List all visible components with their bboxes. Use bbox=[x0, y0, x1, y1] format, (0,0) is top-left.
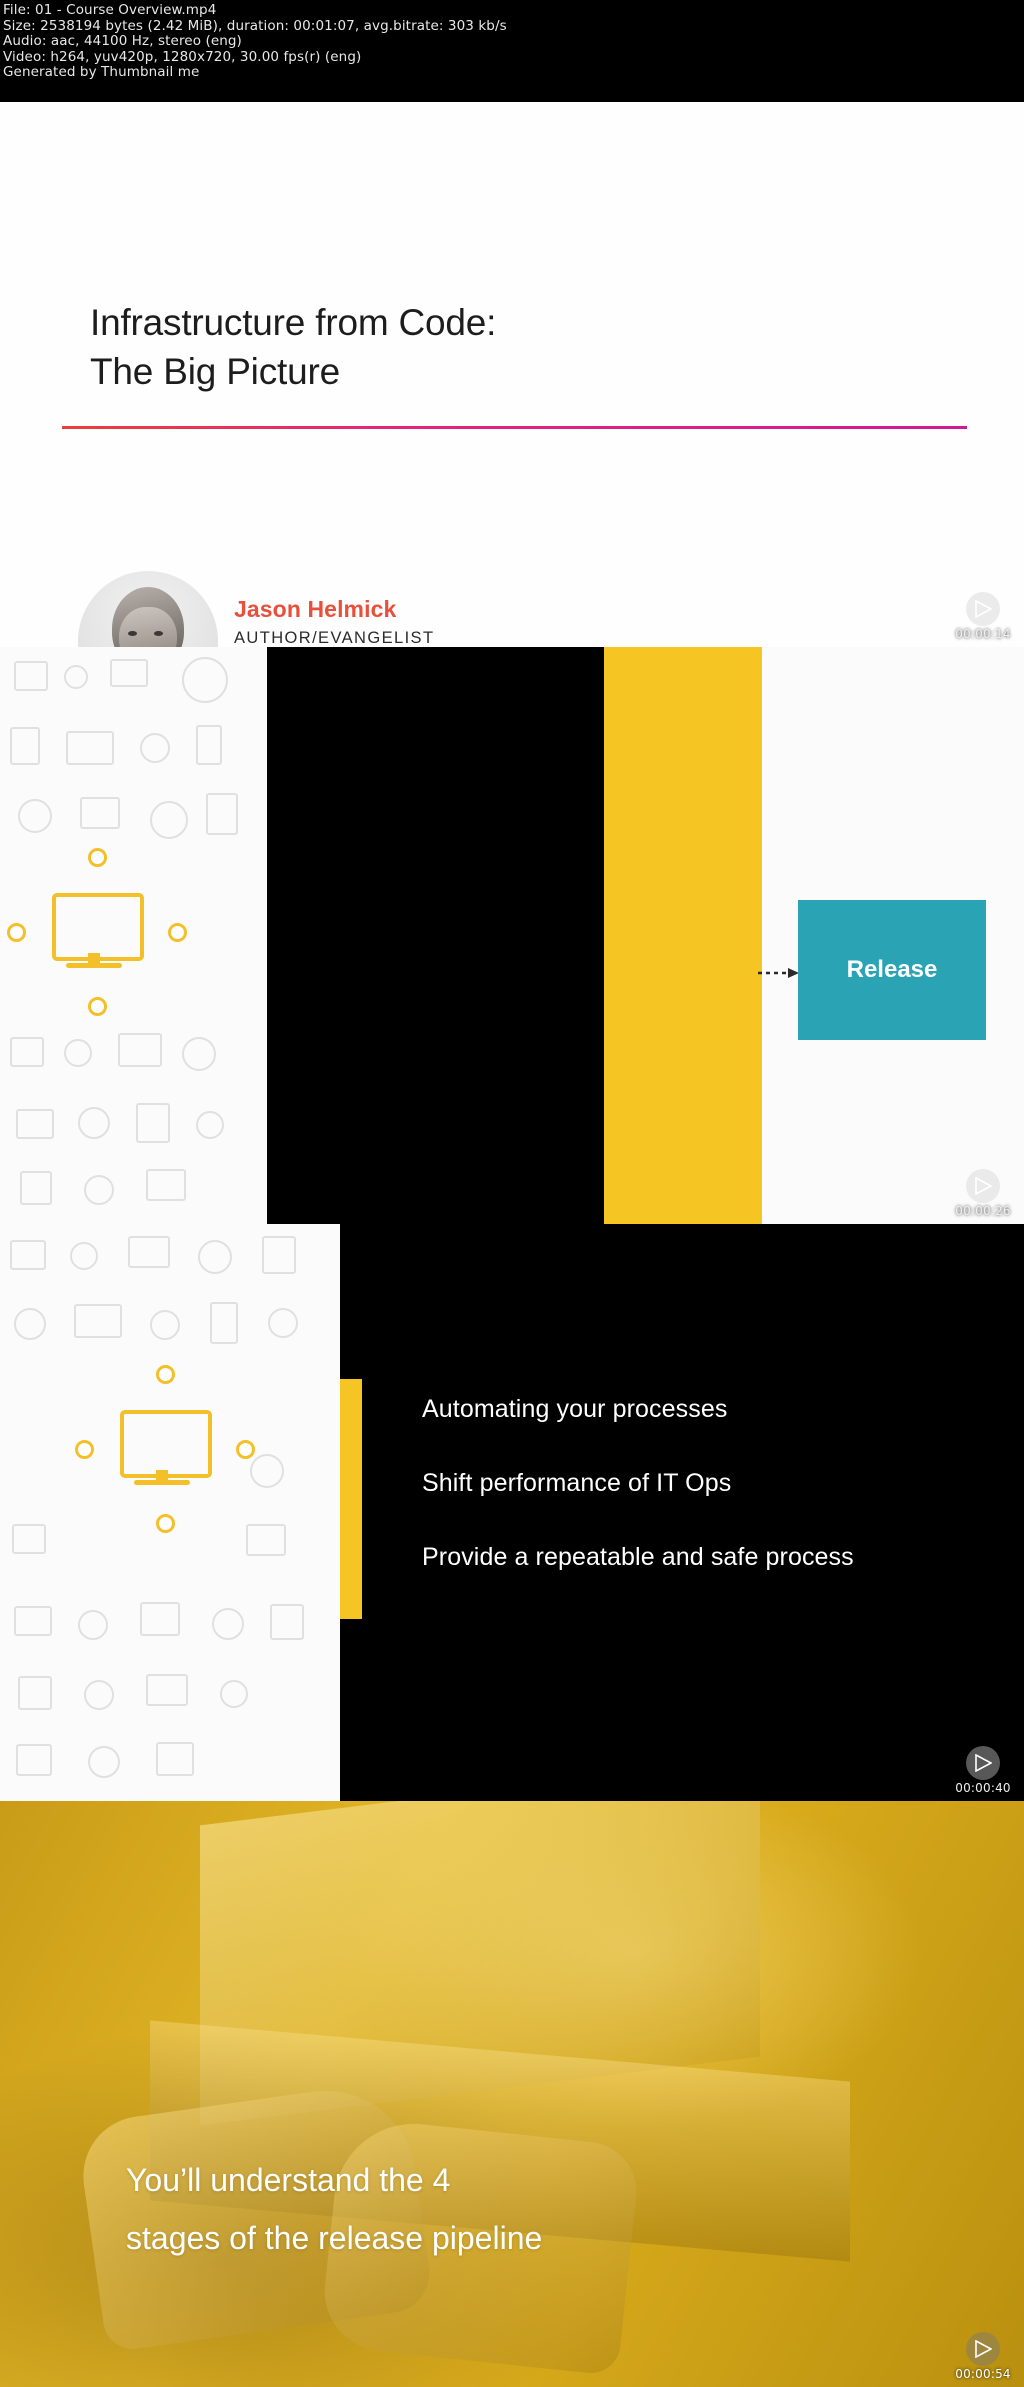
video-metadata-header: File: 01 - Course Overview.mp4 Size: 253… bbox=[0, 0, 1024, 102]
photo-headline-line-1: You’ll understand the 4 bbox=[126, 2162, 451, 2198]
play-icon[interactable] bbox=[966, 1169, 1000, 1203]
frame-overlay: 00:00:40 bbox=[950, 1746, 1016, 1795]
list-item: Shift performance of IT Ops bbox=[422, 1469, 732, 1497]
monitor-hex-icon bbox=[75, 1365, 255, 1533]
play-icon[interactable] bbox=[966, 1746, 1000, 1780]
slide-title-line-1: Infrastructure from Code: bbox=[90, 302, 497, 343]
metadata-generator-line: Generated by Thumbnail me bbox=[3, 64, 200, 81]
release-stage-box: Release bbox=[798, 900, 986, 1040]
frame-timestamp: 00:00:40 bbox=[955, 1781, 1011, 1795]
photo-slide: You’ll understand the 4 stages of the re… bbox=[0, 1801, 1024, 2387]
slide-title-line-2: The Big Picture bbox=[90, 351, 340, 392]
frame-overlay: 00:00:26 bbox=[950, 1169, 1016, 1218]
frame-timestamp: 00:00:26 bbox=[955, 1204, 1011, 1218]
frame-overlay: 00:00:14 bbox=[950, 592, 1016, 641]
pipeline-slide: Release bbox=[0, 647, 1024, 1224]
video-frame-thumbnail[interactable]: Automating your processes Shift performa… bbox=[0, 1224, 1024, 1801]
frame-timestamp: 00:00:14 bbox=[955, 627, 1011, 641]
video-frame-thumbnail[interactable]: Infrastructure from Code: The Big Pictur… bbox=[0, 102, 1024, 647]
play-icon[interactable] bbox=[966, 2332, 1000, 2366]
arrow-icon bbox=[758, 965, 800, 978]
video-frame-thumbnail[interactable]: Release 00:00:26 bbox=[0, 647, 1024, 1224]
bullet-accent-bar bbox=[340, 1379, 362, 1619]
metadata-size-line: Size: 2538194 bytes (2.42 MiB), duration… bbox=[3, 17, 507, 34]
metadata-audio-line: Audio: aac, 44100 Hz, stereo (eng) bbox=[3, 33, 242, 50]
author-role: AUTHOR/EVANGELIST bbox=[234, 629, 435, 647]
title-slide: Infrastructure from Code: The Big Pictur… bbox=[0, 102, 1024, 647]
release-stage-label: Release bbox=[846, 956, 938, 983]
bullet-list: Automating your processes Shift performa… bbox=[422, 1394, 1002, 1616]
list-item: Provide a repeatable and safe process bbox=[422, 1543, 854, 1571]
thumbnail-contact-sheet: Infrastructure from Code: The Big Pictur… bbox=[0, 102, 1024, 2387]
metadata-file-line: File: 01 - Course Overview.mp4 bbox=[3, 2, 217, 18]
author-avatar bbox=[78, 571, 218, 647]
list-item: Automating your processes bbox=[422, 1395, 728, 1423]
photo-headline-line-2: stages of the release pipeline bbox=[126, 2220, 543, 2256]
pipeline-yellow-bar bbox=[604, 647, 762, 1224]
play-icon[interactable] bbox=[966, 592, 1000, 626]
metadata-video-line: Video: h264, yuv420p, 1280x720, 30.00 fp… bbox=[3, 48, 362, 65]
slide-title: Infrastructure from Code: The Big Pictur… bbox=[90, 298, 496, 396]
bullet-slide: Automating your processes Shift performa… bbox=[0, 1224, 1024, 1801]
frame-timestamp: 00:00:54 bbox=[955, 2367, 1011, 2381]
monitor-hex-icon bbox=[7, 848, 187, 1016]
video-frame-thumbnail[interactable]: You’ll understand the 4 stages of the re… bbox=[0, 1801, 1024, 2387]
title-underline-rule bbox=[62, 426, 967, 429]
icon-pattern-background bbox=[0, 1224, 340, 1801]
frame-overlay: 00:00:54 bbox=[950, 2332, 1016, 2381]
photo-headline: You’ll understand the 4 stages of the re… bbox=[126, 2151, 926, 2267]
author-name: Jason Helmick bbox=[234, 596, 397, 622]
